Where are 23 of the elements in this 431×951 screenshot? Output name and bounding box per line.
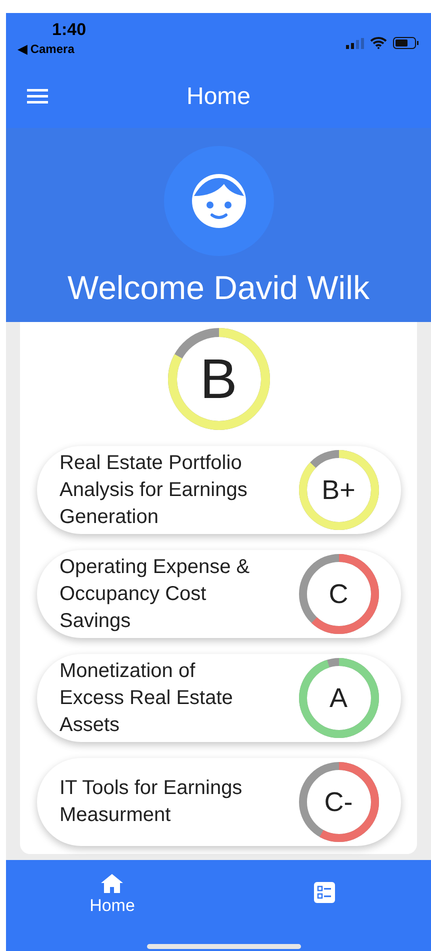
grade-text: A: [329, 682, 348, 715]
grade-text: C-: [324, 786, 353, 819]
wifi-icon: [370, 37, 387, 49]
grade-text: B: [200, 346, 238, 412]
welcome-text: Welcome David Wilk: [68, 268, 370, 308]
checklist-icon: [314, 882, 336, 903]
grade-text: B+: [322, 474, 356, 507]
category-title: Real Estate Portfolio Analysis for Earnings Generation: [60, 450, 248, 530]
category-title: IT Tools for Earnings Measurment: [60, 776, 244, 828]
home-icon: [101, 874, 124, 893]
category-title: Operating Expense & Occupancy Cost Savings: [60, 554, 251, 634]
category-title: Monetization of Excess Real Estate Assets: [60, 658, 234, 738]
category-card[interactable]: Monetization of Excess Real Estate Assets A: [36, 654, 400, 742]
category-card[interactable]: Operating Expense & Occupancy Cost Savings C: [36, 550, 400, 638]
signal-icon: [346, 38, 364, 48]
category-card[interactable]: Real Estate Portfolio Analysis for Earnings Generation B+: [36, 446, 400, 534]
back-link[interactable]: ◀ Camera: [18, 41, 86, 57]
category-card[interactable]: IT Tools for Earnings Measurment C-: [36, 758, 400, 846]
menu-icon[interactable]: [27, 89, 48, 104]
status-time: 1:40: [52, 19, 86, 41]
grade-text: C: [328, 578, 348, 611]
battery-icon: [393, 37, 419, 49]
page-title: Home: [186, 82, 251, 112]
